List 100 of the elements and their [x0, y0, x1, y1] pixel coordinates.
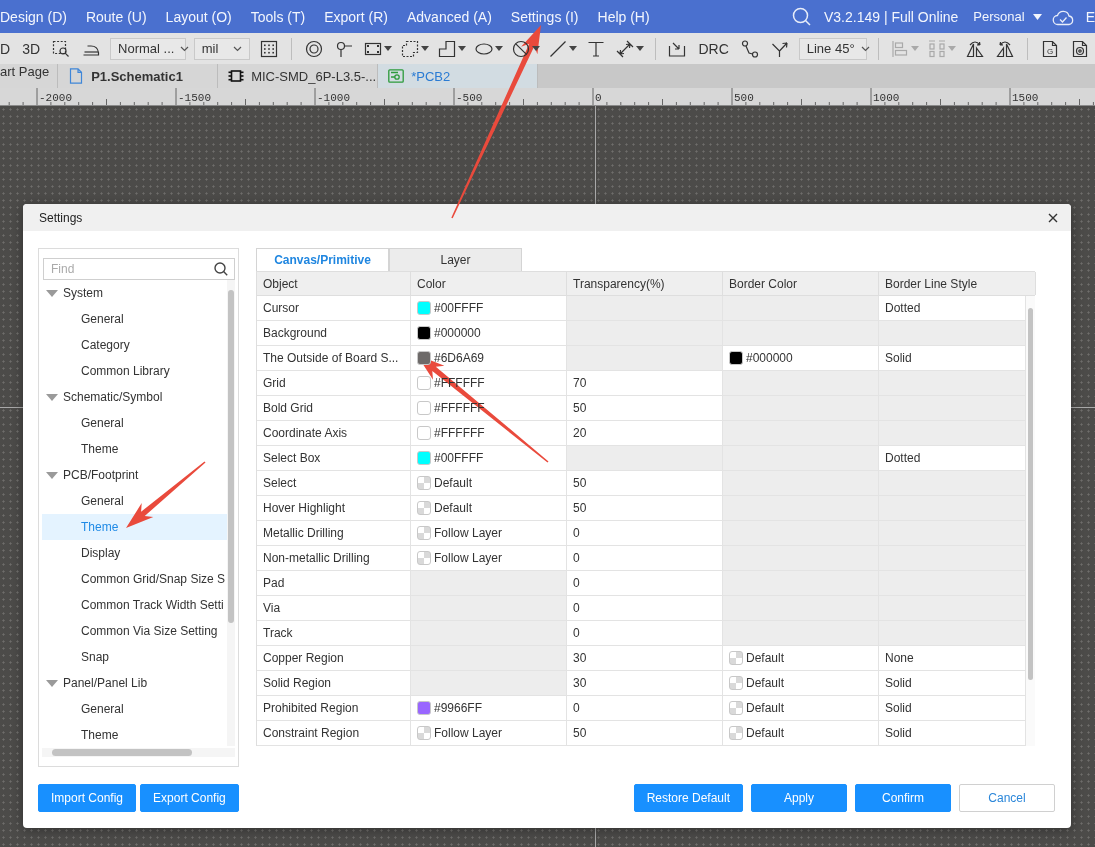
color-swatch-icon[interactable] — [417, 426, 431, 440]
tree-item[interactable]: Theme — [42, 436, 227, 462]
area-zoom-icon[interactable] — [52, 39, 71, 58]
line-icon[interactable] — [548, 39, 567, 58]
caret-down-icon[interactable] — [635, 46, 644, 51]
flip-icon[interactable] — [966, 39, 985, 58]
menu-item[interactable]: Design (D) — [0, 8, 67, 25]
table-cell: Prohibited Region — [257, 696, 411, 721]
menu-item[interactable]: Tools (T) — [250, 8, 306, 25]
horizontal-scrollbar[interactable] — [42, 748, 235, 757]
tree-item[interactable]: General — [42, 306, 227, 332]
dropdown[interactable]: Line 45° — [798, 37, 868, 60]
route-icon[interactable] — [740, 39, 759, 58]
caret-down-icon[interactable] — [568, 46, 577, 51]
flip-icon[interactable] — [996, 39, 1015, 58]
color-swatch-icon[interactable] — [417, 401, 431, 415]
tree-item[interactable]: General — [42, 488, 227, 514]
checker-swatch-icon[interactable] — [417, 476, 431, 490]
cell-text: Follow Layer — [434, 526, 503, 540]
document-target-icon[interactable] — [1071, 39, 1090, 58]
dropdown[interactable]: Normal ... — [110, 37, 186, 60]
tab[interactable]: Canvas/Primitive — [256, 248, 389, 271]
table-cell: 0 — [567, 521, 723, 546]
tree-item[interactable]: General — [42, 696, 227, 722]
ruler-label: -1500 — [178, 91, 211, 104]
checker-swatch-icon[interactable] — [417, 526, 431, 540]
document-tab[interactable]: MIC-SMD_6P-L3.5-... — [218, 64, 379, 88]
toolbar-button[interactable]: DRC — [692, 40, 735, 57]
column-header: Border Color — [723, 272, 879, 295]
grid-icon[interactable] — [259, 39, 278, 58]
text-tool-icon[interactable] — [586, 39, 605, 58]
tree-item[interactable]: Common Via Size Setting — [42, 618, 227, 644]
tree-item[interactable]: PCB/Footprint — [42, 462, 227, 488]
caret-down-icon[interactable] — [457, 46, 466, 51]
tree-item[interactable]: Common Track Width Setti — [42, 592, 227, 618]
checker-swatch-icon[interactable] — [729, 676, 743, 690]
checker-swatch-icon[interactable] — [417, 726, 431, 740]
color-swatch-icon[interactable] — [417, 351, 431, 365]
menu-item[interactable]: Settings (I) — [510, 8, 579, 25]
cell-text: #FFFFFF — [434, 426, 485, 440]
tree-item[interactable]: Common Library — [42, 358, 227, 384]
button[interactable]: Cancel — [959, 784, 1055, 812]
vertical-scrollbar[interactable] — [1026, 296, 1035, 746]
cell-text: Follow Layer — [434, 726, 503, 740]
color-swatch-icon[interactable] — [417, 451, 431, 465]
vertical-scrollbar[interactable] — [227, 280, 235, 746]
menu-item[interactable]: Route (U) — [85, 8, 147, 25]
account-dropdown[interactable]: Personal — [973, 9, 1042, 24]
document-tab[interactable]: art Page — [0, 64, 59, 88]
fork-arrow-icon[interactable] — [770, 39, 789, 58]
tree-item[interactable]: Theme — [42, 722, 227, 748]
color-swatch-icon[interactable] — [417, 326, 431, 340]
table-cell: Via — [257, 596, 411, 621]
color-swatch-icon[interactable] — [417, 301, 431, 315]
tree-item[interactable]: Category — [42, 332, 227, 358]
ruler-label: 500 — [734, 91, 754, 104]
search-field[interactable]: Find — [43, 258, 235, 280]
table-cell: Solid Region — [257, 671, 411, 696]
tab[interactable]: Layer — [389, 248, 522, 271]
menu-item[interactable]: Layout (O) — [165, 8, 232, 25]
menu-item[interactable]: Help (H) — [597, 8, 650, 25]
menu-item[interactable]: Export (R) — [324, 8, 388, 25]
tree-item[interactable]: Schematic/Symbol — [42, 384, 227, 410]
toolbar-button[interactable]: D — [0, 40, 17, 57]
color-swatch-icon[interactable] — [417, 701, 431, 715]
table-cell: The Outside of Board S... — [257, 346, 411, 371]
concentric-circles-icon[interactable] — [304, 39, 323, 58]
tree-item[interactable]: System — [42, 280, 227, 306]
tree-item[interactable]: Display — [42, 540, 227, 566]
tree-item[interactable]: Panel/Panel Lib — [42, 670, 227, 696]
search-icon[interactable] — [214, 262, 228, 276]
checker-swatch-icon[interactable] — [729, 651, 743, 665]
color-swatch-icon[interactable] — [729, 351, 743, 365]
caret-down-icon[interactable] — [383, 46, 392, 51]
dialog-title: Settings — [39, 210, 83, 225]
toolbar-button[interactable]: 3D — [16, 40, 47, 57]
checker-swatch-icon[interactable] — [729, 726, 743, 740]
tree-item[interactable]: Snap — [42, 644, 227, 670]
checker-swatch-icon[interactable] — [417, 551, 431, 565]
dropdown[interactable]: mil — [193, 37, 250, 60]
table-cell: Copper Region — [257, 646, 411, 671]
tree-item[interactable]: General — [42, 410, 227, 436]
polygon-icon[interactable] — [437, 39, 456, 58]
caret-down-icon[interactable] — [531, 46, 540, 51]
pin-icon[interactable] — [334, 39, 353, 58]
board-icon — [388, 68, 405, 84]
menu-item[interactable]: Advanced (A) — [407, 8, 492, 25]
cell-text: Default — [746, 676, 785, 690]
checker-swatch-icon[interactable] — [417, 501, 431, 515]
close-icon[interactable] — [1048, 212, 1058, 223]
dimension-icon[interactable] — [615, 39, 634, 58]
color-swatch-icon[interactable] — [417, 376, 431, 390]
circle-slash-icon[interactable] — [511, 39, 530, 58]
tree-item[interactable]: Common Grid/Snap Size S — [42, 566, 227, 592]
document-tab[interactable]: P1.Schematic1 — [58, 64, 219, 88]
menu-item[interactable]: E — [1085, 8, 1095, 25]
caret-down-icon[interactable] — [494, 46, 503, 51]
checker-swatch-icon[interactable] — [729, 701, 743, 715]
caret-down-icon[interactable] — [420, 46, 429, 51]
cell-text: #00FFFF — [434, 301, 484, 315]
